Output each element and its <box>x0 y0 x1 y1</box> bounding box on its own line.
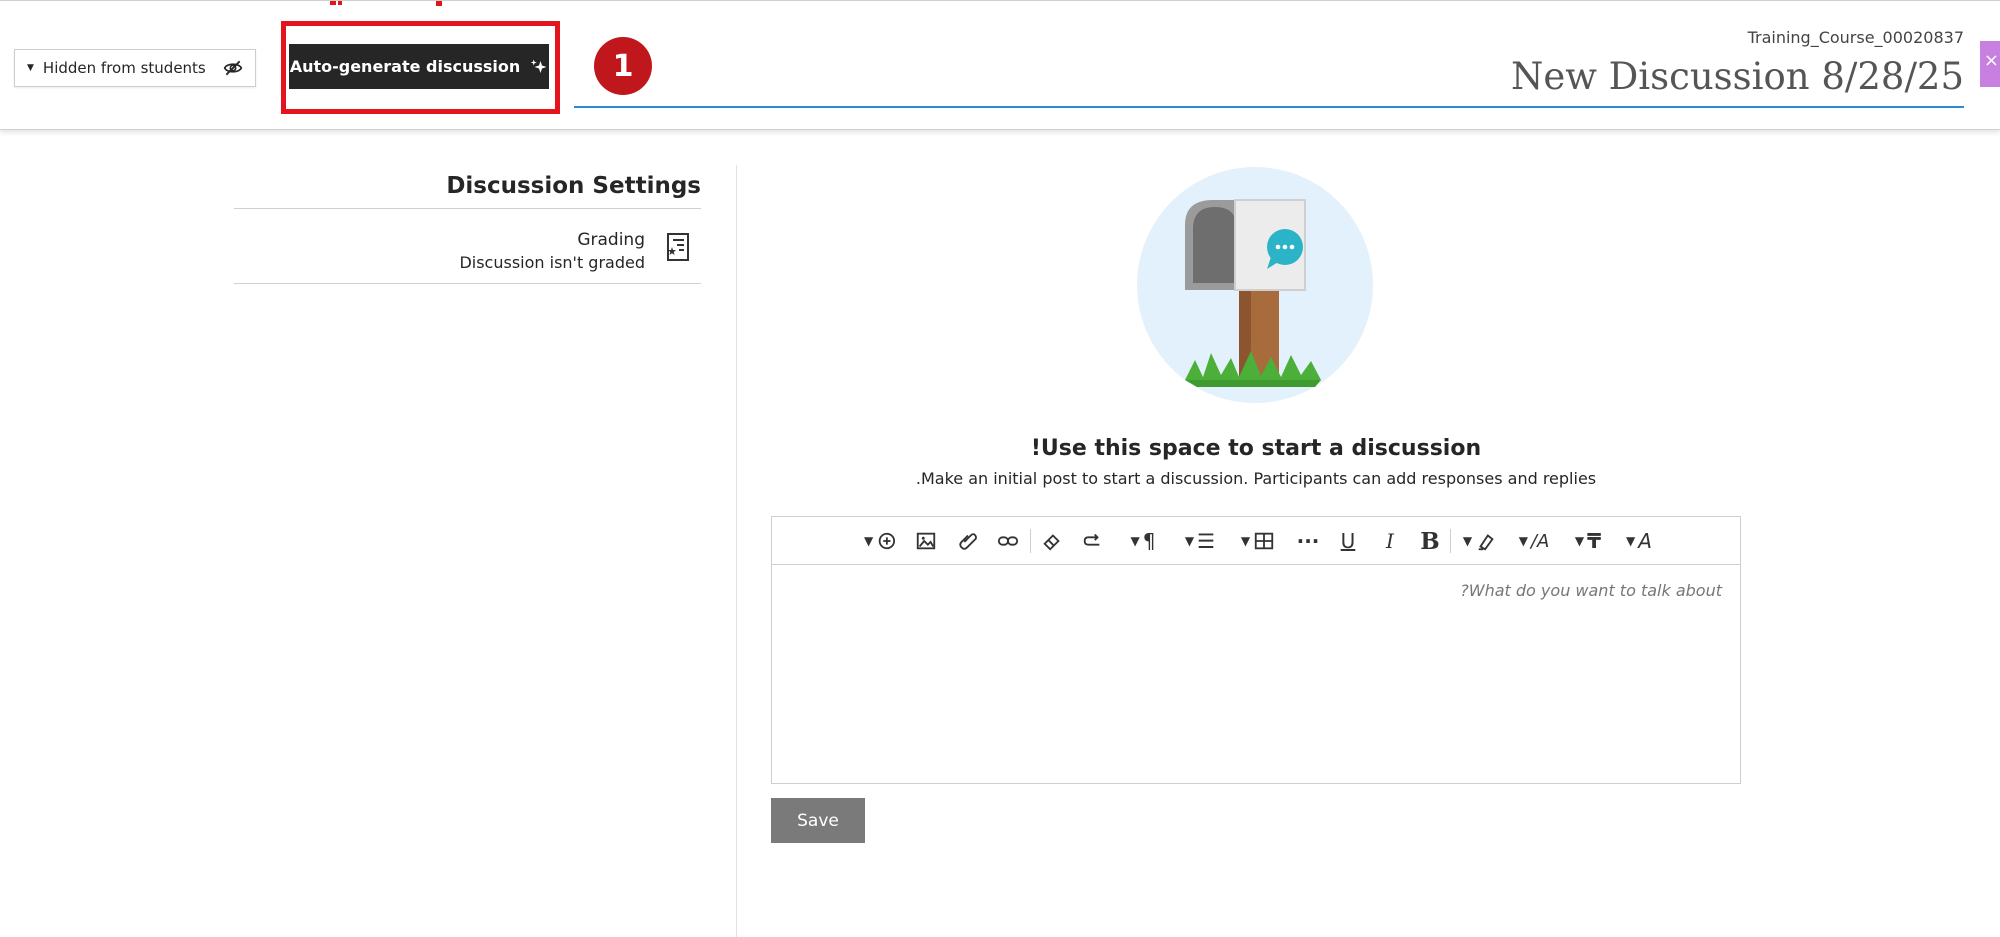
title-underline <box>574 106 1964 108</box>
discussion-settings-title: Discussion Settings <box>446 173 701 199</box>
link-icon[interactable] <box>994 527 1022 555</box>
sparkle-icon <box>531 59 547 73</box>
divider <box>234 283 701 284</box>
redo-icon[interactable] <box>1078 527 1106 555</box>
underline-icon[interactable]: U <box>1334 527 1362 555</box>
table-icon[interactable]: ▼ <box>1240 527 1276 555</box>
discussion-title[interactable]: New Discussion 8/28/25 <box>1511 55 1964 98</box>
start-discussion-subtext: .Make an initial post to start a discuss… <box>915 469 1597 488</box>
auto-generate-discussion-button[interactable]: Auto-generate discussion <box>289 44 549 89</box>
grading-setting[interactable]: Grading Discussion isn't graded <box>234 228 701 276</box>
mailbox-illustration <box>1137 167 1373 403</box>
insert-content-icon[interactable]: ▼ <box>864 527 898 555</box>
discussion-body-input[interactable]: ?What do you want to talk about <box>772 565 1740 783</box>
eye-slash-icon <box>223 60 243 76</box>
clear-format-icon[interactable] <box>1038 527 1066 555</box>
auto-generate-label: Auto-generate discussion <box>289 57 521 76</box>
paragraph-icon[interactable]: ▼ ¶ <box>1126 527 1160 555</box>
visibility-label: Hidden from students <box>42 59 206 77</box>
save-button[interactable]: Save <box>771 798 865 843</box>
grading-rubric-icon <box>667 233 689 261</box>
side-panel-tab[interactable] <box>1980 41 2000 87</box>
rich-text-editor: ▼ ▼ ¶ ▼ ☰ ▼ ··· U I B ▼ ▼ /A ▼ ₸ ▼ A ?Wh… <box>771 516 1741 784</box>
grading-status: Discussion isn't graded <box>459 253 645 272</box>
attach-icon[interactable] <box>954 527 982 555</box>
step-number-badge: 1 <box>594 37 652 95</box>
more-icon[interactable]: ··· <box>1294 527 1322 555</box>
font-size-icon[interactable]: ▼/A <box>1516 527 1552 555</box>
panel-separator <box>736 165 737 937</box>
grading-label: Grading <box>577 230 645 250</box>
image-icon[interactable] <box>912 527 940 555</box>
text-style-icon[interactable]: ▼ ₸ <box>1570 527 1606 555</box>
highlight-icon[interactable]: ▼ <box>1462 527 1498 555</box>
align-icon[interactable]: ▼ ☰ <box>1182 527 1218 555</box>
start-discussion-heading: !Use this space to start a discussion <box>1030 436 1482 461</box>
toolbar-separator <box>1030 529 1031 553</box>
text-color-icon[interactable]: ▼ A <box>1622 527 1656 555</box>
visibility-dropdown[interactable]: ▼ Hidden from students <box>14 49 256 87</box>
red-annotation-marks <box>330 1 442 6</box>
top-header: ▼ Hidden from students Auto-generate dis… <box>0 0 2000 130</box>
toolbar-separator <box>1450 529 1451 553</box>
editor-toolbar: ▼ ▼ ¶ ▼ ☰ ▼ ··· U I B ▼ ▼ /A ▼ ₸ ▼ A <box>772 517 1740 565</box>
italic-icon[interactable]: I <box>1376 527 1404 555</box>
course-name: Training_Course_00020837 <box>1747 28 1964 47</box>
caret-down-icon: ▼ <box>27 63 34 73</box>
bold-icon[interactable]: B <box>1416 527 1444 555</box>
divider <box>234 208 701 209</box>
